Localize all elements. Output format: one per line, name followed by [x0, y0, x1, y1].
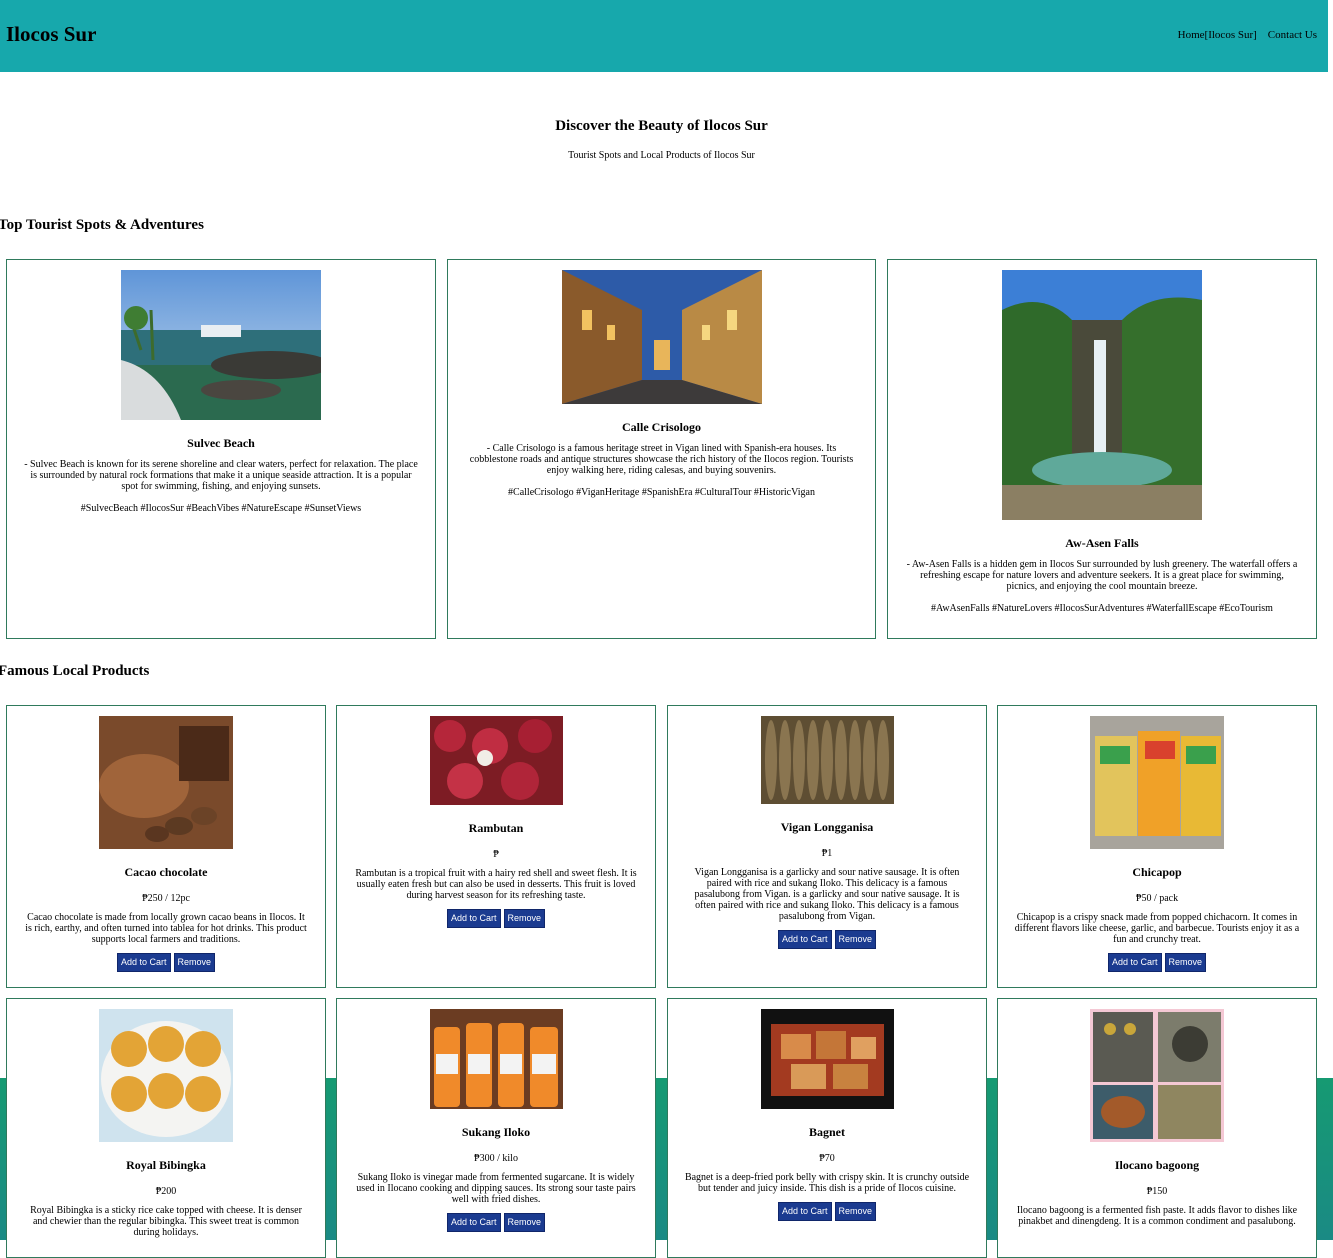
add-to-cart-button[interactable]: Add to Cart [446, 1213, 501, 1232]
add-to-cart-button[interactable]: Add to Cart [777, 1202, 832, 1221]
product-card-vigan-longganisa: Vigan Longganisa ₱1 Vigan Longganisa is … [667, 705, 987, 988]
spot-tags: #AwAsenFalls #NatureLovers #IlocosSurAdv… [931, 603, 1273, 614]
hero-title: Discover the Beauty of Ilocos Sur [555, 118, 768, 134]
nav-home-link[interactable]: Home[Ilocos Sur] [1178, 29, 1257, 41]
spot-description: - Aw-Asen Falls is a hidden gem in Iloco… [906, 559, 1298, 592]
spot-name: Calle Crisologo [622, 420, 701, 434]
add-to-cart-button[interactable]: Add to Cart [446, 909, 501, 928]
remove-button[interactable]: Remove [173, 953, 216, 972]
product-price: ₱1 [821, 848, 833, 859]
royal-bibingka-image [99, 1009, 233, 1142]
product-name: Rambutan [468, 821, 524, 835]
spot-tags: #CalleCrisologo #ViganHeritage #SpanishE… [508, 487, 815, 498]
main-nav: Home[Ilocos Sur] Contact Us [1178, 29, 1317, 41]
remove-button[interactable]: Remove [834, 930, 877, 949]
rambutan-image [429, 716, 563, 805]
hero-subtitle: Tourist Spots and Local Products of Iloc… [568, 150, 755, 161]
remove-button[interactable]: Remove [1164, 953, 1207, 972]
product-description: Ilocano bagoong is a fermented fish past… [1016, 1205, 1298, 1227]
product-card-cacao-chocolate: Cacao chocolate ₱250 / 12pc Cacao chocol… [6, 705, 326, 988]
spot-card-sulvec-beach: Sulvec Beach - Sulvec Beach is known for… [6, 259, 436, 639]
product-name: Chicapop [1132, 865, 1182, 879]
product-name: Sukang Iloko [461, 1125, 531, 1139]
product-name: Vigan Longganisa [780, 820, 874, 834]
product-name: Bagnet [809, 1125, 845, 1139]
product-description: Rambutan is a tropical fruit with a hair… [355, 868, 637, 901]
add-to-cart-button[interactable]: Add to Cart [777, 930, 832, 949]
product-description: Cacao chocolate is made from locally gro… [25, 912, 307, 945]
product-name: Ilocano bagoong [1114, 1158, 1200, 1172]
product-price: ₱50 / pack [1135, 893, 1179, 904]
product-price: ₱150 [1146, 1186, 1168, 1197]
product-name: Royal Bibingka [126, 1158, 206, 1172]
vigan-longganisa-image [760, 716, 894, 804]
site-header: Ilocos Sur Home[Ilocos Sur] Contact Us [0, 0, 1328, 72]
product-description: Bagnet is a deep-fried pork belly with c… [684, 1172, 970, 1194]
product-card-rambutan: Rambutan ₱ Rambutan is a tropical fruit … [336, 705, 656, 988]
spot-tags: #SulvecBeach #IlocosSur #BeachVibes #Nat… [80, 503, 362, 514]
product-price: ₱ [493, 849, 499, 860]
spot-description: - Sulvec Beach is known for its serene s… [24, 459, 418, 492]
spot-name: Sulvec Beach [187, 436, 255, 450]
remove-button[interactable]: Remove [834, 1202, 877, 1221]
spot-name: Aw-Asen Falls [1065, 536, 1139, 550]
cacao-chocolate-image [99, 716, 233, 849]
product-card-royal-bibingka: Royal Bibingka ₱200 Royal Bibingka is a … [6, 998, 326, 1258]
product-price: ₱70 [819, 1153, 835, 1164]
sulvec-beach-image [121, 270, 321, 420]
product-description: Vigan Longganisa is a garlicky and sour … [694, 867, 960, 922]
sukang-iloko-image [429, 1009, 563, 1109]
remove-button[interactable]: Remove [503, 909, 546, 928]
nav-contact-link[interactable]: Contact Us [1268, 29, 1317, 41]
product-name: Cacao chocolate [124, 865, 208, 879]
site-logo: Ilocos Sur [6, 22, 97, 46]
chicapop-image [1090, 716, 1224, 849]
spot-card-calle-crisologo: Calle Crisologo - Calle Crisologo is a f… [447, 259, 876, 639]
local-products-heading: Famous Local Products [0, 663, 150, 679]
product-card-chicapop: Chicapop ₱50 / pack Chicapop is a crispy… [997, 705, 1317, 988]
add-to-cart-button[interactable]: Add to Cart [1107, 953, 1162, 972]
product-description: Sukang Iloko is vinegar made from fermen… [356, 1172, 636, 1205]
spot-card-aw-asen-falls: Aw-Asen Falls - Aw-Asen Falls is a hidde… [887, 259, 1317, 639]
ilocano-bagoong-image [1090, 1009, 1224, 1142]
spot-description: - Calle Crisologo is a famous heritage s… [469, 443, 854, 476]
product-description: Royal Bibingka is a sticky rice cake top… [30, 1205, 302, 1238]
bagnet-image [760, 1009, 894, 1109]
product-card-bagnet: Bagnet ₱70 Bagnet is a deep-fried pork b… [667, 998, 987, 1258]
add-to-cart-button[interactable]: Add to Cart [116, 953, 171, 972]
calle-crisologo-image [561, 270, 762, 404]
product-card-ilocano-bagoong: Ilocano bagoong ₱150 Ilocano bagoong is … [997, 998, 1317, 1258]
product-card-sukang-iloko: Sukang Iloko ₱300 / kilo Sukang Iloko is… [336, 998, 656, 1258]
tourist-spots-heading: Top Tourist Spots & Adventures [0, 217, 204, 233]
remove-button[interactable]: Remove [503, 1213, 546, 1232]
aw-asen-falls-image [1002, 270, 1202, 520]
product-price: ₱200 [155, 1186, 177, 1197]
product-price: ₱250 / 12pc [142, 893, 190, 904]
product-price: ₱300 / kilo [474, 1153, 518, 1164]
product-description: Chicapop is a crispy snack made from pop… [1014, 912, 1300, 945]
